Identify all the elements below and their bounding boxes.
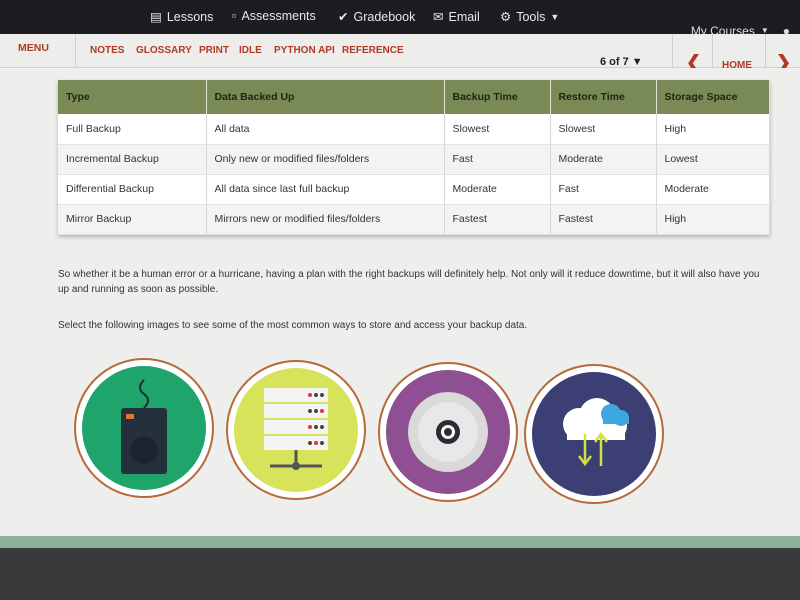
reference-link[interactable]: REFERENCE [342, 45, 404, 56]
idle-link[interactable]: IDLE [239, 45, 262, 56]
menu-button[interactable]: MENU [18, 42, 49, 54]
column-header: Type [58, 80, 207, 114]
nav-lessons-label: Lessons [166, 9, 214, 24]
table-cell: Full Backup [58, 114, 207, 145]
folder-icon: ▫ [232, 9, 237, 23]
table-cell: Lowest [656, 144, 770, 175]
server-rack-icon [234, 368, 358, 492]
divider [672, 34, 673, 68]
optical-disc-icon [386, 370, 510, 494]
column-header: Storage Space [656, 80, 770, 114]
table-cell: Mirror Backup [58, 204, 207, 235]
gear-icon: ⚙ [500, 10, 512, 24]
nav-assessments[interactable]: ▫ Assessments [232, 9, 316, 23]
table-cell: All data since last full backup [206, 174, 445, 205]
table-cell: Mirrors new or modified files/folders [206, 204, 445, 235]
nav-email-label: Email [448, 9, 480, 24]
table-cell: Differential Backup [58, 174, 207, 205]
glossary-link[interactable]: GLOSSARY [136, 45, 192, 56]
column-header: Backup Time [444, 80, 551, 114]
notes-link[interactable]: NOTES [90, 45, 124, 56]
backup-types-table: Type Data Backed Up Backup Time Restore … [58, 80, 770, 235]
table-cell: Moderate [656, 174, 770, 205]
table-cell: Moderate [444, 174, 551, 205]
table-cell: High [656, 204, 770, 235]
cloud-sync-icon [532, 372, 656, 496]
nav-assessments-label: Assessments [241, 9, 316, 23]
book-icon: ▤ [150, 10, 162, 24]
nav-gradebook-label: Gradebook [353, 9, 416, 24]
table-row: Differential Backup All data since last … [58, 174, 770, 205]
python-api-link[interactable]: PYTHON API [274, 45, 335, 56]
divider [765, 34, 766, 68]
table-cell: Fast [444, 144, 551, 175]
page-indicator[interactable]: 6 of 7 ▼ [600, 56, 643, 68]
table-row: Mirror Backup Mirrors new or modified fi… [58, 204, 770, 235]
table-cell: High [656, 114, 770, 145]
divider [75, 34, 76, 68]
page-bottom [0, 548, 800, 600]
table-row: Full Backup All data Slowest Slowest Hig… [58, 114, 770, 145]
table-cell: Fast [550, 174, 657, 205]
external-hard-drive-icon [82, 366, 206, 490]
caret-down-icon: ▼ [550, 11, 560, 22]
cloud-sync-button[interactable] [524, 364, 664, 504]
column-header: Restore Time [550, 80, 657, 114]
optical-disc-button[interactable] [378, 362, 518, 502]
envelope-icon: ✉ [433, 10, 444, 24]
table-cell: Slowest [444, 114, 551, 145]
table-cell: Incremental Backup [58, 144, 207, 175]
footer-strip [0, 536, 800, 548]
table-cell: Fastest [550, 204, 657, 235]
table-cell: Slowest [550, 114, 657, 145]
nav-gradebook[interactable]: ✔ Gradebook [338, 9, 416, 25]
table-cell: Moderate [550, 144, 657, 175]
server-rack-button[interactable] [226, 360, 366, 500]
table-header-row: Type Data Backed Up Backup Time Restore … [58, 80, 770, 114]
table-cell: Only new or modified files/folders [206, 144, 445, 175]
table-cell: Fastest [444, 204, 551, 235]
nav-tools-label: Tools [516, 9, 546, 24]
checkmark-icon: ✔ [338, 10, 349, 24]
lesson-toolbar: MENU NOTES GLOSSARY PRINT IDLE PYTHON AP… [0, 34, 800, 72]
print-link[interactable]: PRINT [199, 45, 229, 56]
table-cell: All data [206, 114, 445, 145]
table-row: Incremental Backup Only new or modified … [58, 144, 770, 175]
external-hard-drive-button[interactable] [74, 358, 214, 498]
top-navigation: ▤ Lessons ▫ Assessments ✔ Gradebook ✉ Em… [0, 0, 800, 38]
nav-email[interactable]: ✉ Email [433, 9, 480, 25]
instruction-paragraph: Select the following images to see some … [58, 320, 528, 331]
nav-lessons[interactable]: ▤ Lessons [150, 9, 214, 25]
nav-tools[interactable]: ⚙ Tools ▼ [500, 9, 560, 25]
intro-paragraph: So whether it be a human error or a hurr… [58, 269, 760, 295]
divider [712, 34, 713, 68]
column-header: Data Backed Up [206, 80, 445, 114]
